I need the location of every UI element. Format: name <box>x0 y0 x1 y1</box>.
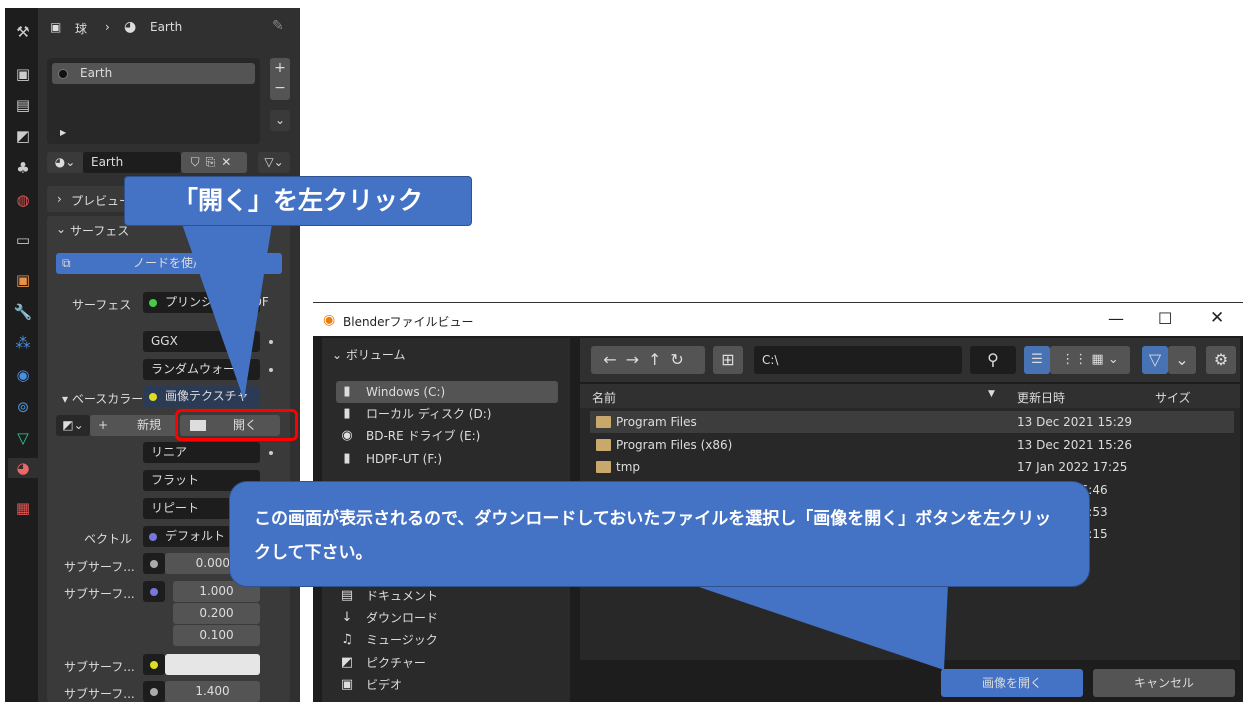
top-callout-pointer <box>182 224 272 400</box>
bottom-callout-pointer <box>690 584 948 670</box>
callout-pointers <box>182 224 948 670</box>
top-callout: 「開く」を左クリック <box>124 176 472 226</box>
bottom-callout: この画面が表示されるので、ダウンロードしておいたファイルを選択し「画像を開く」ボ… <box>229 481 1090 587</box>
